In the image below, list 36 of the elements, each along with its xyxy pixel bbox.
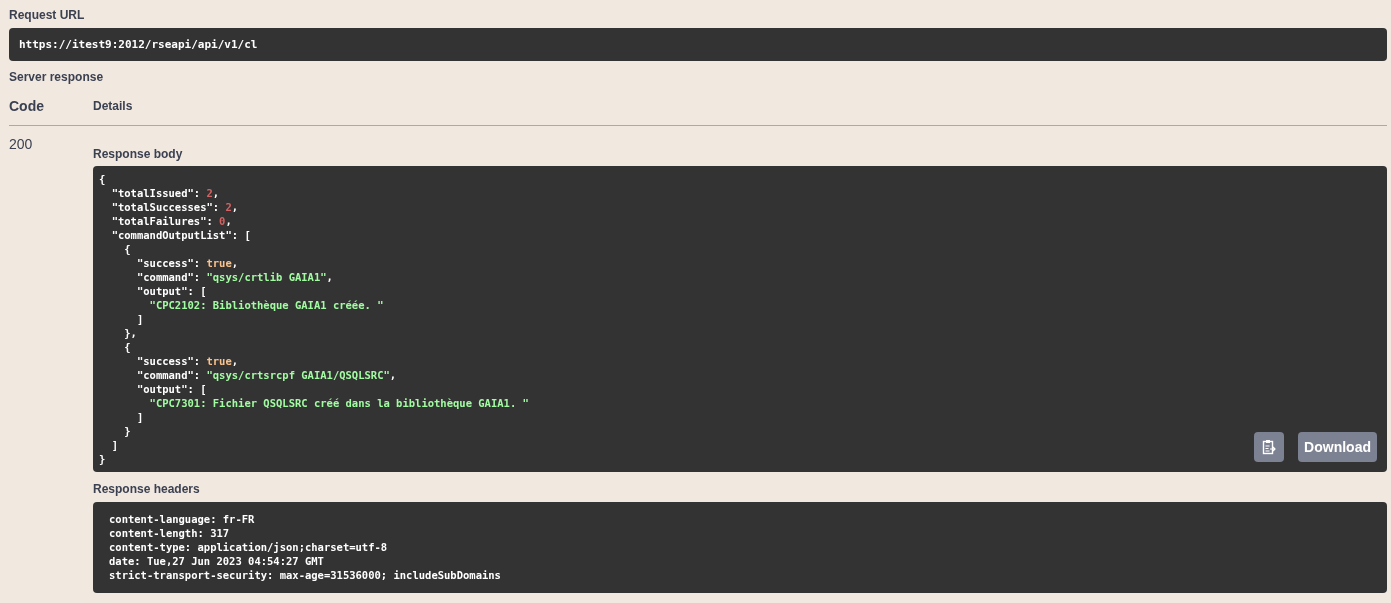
code-line: { bbox=[123, 340, 131, 354]
code-line: "totalSuccesses": 2, bbox=[110, 200, 239, 214]
code-line: ] bbox=[135, 312, 144, 326]
code-line: ] bbox=[135, 410, 144, 424]
section-label: Response body bbox=[93, 147, 183, 162]
header-line: strict-transport-security: max-age=31536000; includeSubDomains bbox=[109, 568, 501, 582]
code-line: "output": [ bbox=[135, 382, 207, 396]
header-line: content-language: fr-FR bbox=[109, 512, 255, 526]
code-line: } bbox=[99, 452, 106, 466]
code-line: "command": "qsys/crtlib GAIA1", bbox=[135, 270, 333, 284]
column-header: Code bbox=[9, 98, 45, 114]
code-line: "totalIssued": 2, bbox=[110, 186, 220, 200]
code-line: }, bbox=[123, 326, 137, 340]
code-line: "commandOutputList": [ bbox=[110, 228, 251, 242]
section-label: Response headers bbox=[93, 482, 200, 497]
code-line: "success": true, bbox=[135, 256, 239, 270]
code-line: ] bbox=[110, 438, 118, 452]
section-label: Server response bbox=[9, 70, 104, 85]
header-line: content-length: 317 bbox=[109, 526, 230, 540]
code-line: { bbox=[99, 172, 106, 186]
code-line: } bbox=[123, 424, 131, 438]
code-line: "CPC2102: Bibliothèque GAIA1 créée. " bbox=[148, 298, 384, 312]
code-line: { bbox=[123, 242, 131, 256]
column-header: Details bbox=[93, 99, 133, 113]
code-line: "output": [ bbox=[135, 284, 207, 298]
header-line: content-type: application/json;charset=utf-8 bbox=[109, 540, 388, 554]
section-label: Request URL bbox=[9, 8, 85, 23]
code-line: "success": true, bbox=[135, 354, 239, 368]
code-line: "command": "qsys/crtsrcpf GAIA1/QSQLSRC", bbox=[135, 368, 397, 382]
code-line: "totalFailures": 0, bbox=[110, 214, 232, 228]
url-display: https://itest9:2012/rseapi/api/v1/cl bbox=[9, 28, 1387, 61]
code-line: "CPC7301: Fichier QSQLSRC créé dans la bibliothèque GAIA1. " bbox=[148, 396, 529, 410]
copy-icon[interactable] bbox=[1254, 432, 1285, 462]
status-code: 200 bbox=[9, 136, 34, 152]
header-line: date: Tue,27 Jun 2023 04:54:27 GMT bbox=[109, 554, 324, 568]
download-button[interactable]: Download bbox=[1298, 432, 1377, 462]
